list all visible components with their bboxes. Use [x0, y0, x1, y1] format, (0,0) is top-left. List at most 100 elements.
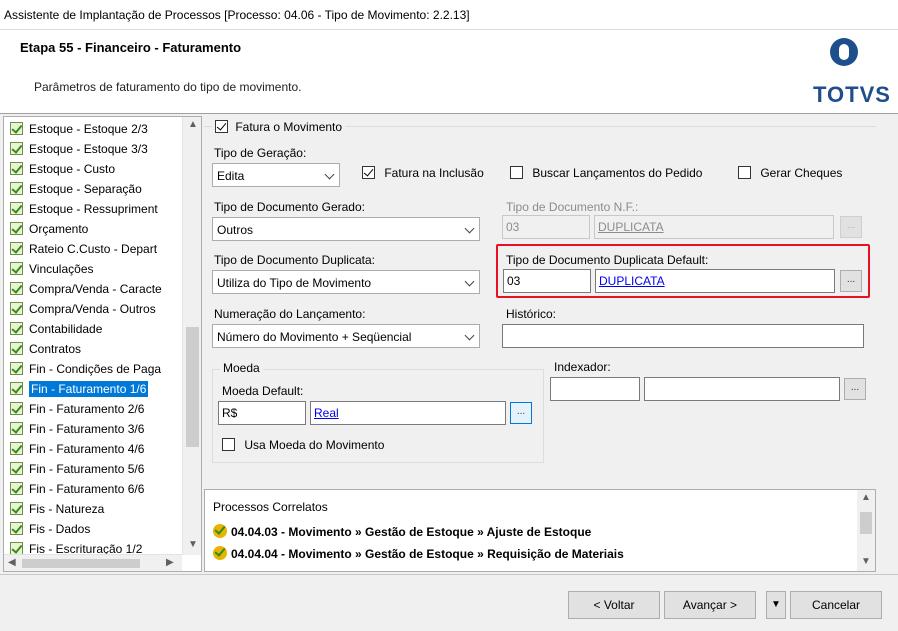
checkbox-icon[interactable] [510, 166, 523, 179]
moeda-default-link[interactable]: Real [314, 406, 339, 420]
tree-item[interactable]: Contabilidade [10, 319, 182, 339]
next-button[interactable]: Avançar > [664, 591, 756, 619]
completed-check-icon [10, 142, 23, 155]
tipo-doc-gerado-select[interactable]: Outros [212, 217, 480, 241]
back-button[interactable]: < Voltar [568, 591, 660, 619]
tipo-doc-dup-default-lookup-button[interactable]: ... [840, 270, 862, 292]
correlato-link[interactable]: 04.04.04 - Movimento » Gestão de Estoque… [231, 547, 624, 561]
numeracao-select[interactable]: Número do Movimento + Seqüencial [212, 324, 480, 348]
scroll-down-icon[interactable]: ▼ [861, 556, 871, 567]
tipo-geracao-value: Edita [217, 169, 245, 183]
completed-check-icon [10, 222, 23, 235]
moeda-default-code[interactable]: R$ [218, 401, 306, 425]
tree-item[interactable]: Estoque - Ressupriment [10, 199, 182, 219]
tipo-doc-dup-default-name[interactable]: DUPLICATA [595, 269, 835, 293]
historico-input[interactable] [502, 324, 864, 348]
tipo-doc-duplicata-select[interactable]: Utiliza do Tipo de Movimento [212, 270, 480, 294]
tree-item-label: Compra/Venda - Outros [29, 302, 156, 316]
chevron-down-icon [324, 169, 335, 180]
correlato-item[interactable]: 04.04.03 - Movimento » Gestão de Estoque… [213, 524, 591, 539]
tipo-geracao-select[interactable]: Edita [212, 163, 340, 187]
tree-item[interactable]: Fin - Faturamento 2/6 [10, 399, 182, 419]
indexador-code[interactable] [550, 377, 640, 401]
usa-moeda-checkbox[interactable]: Usa Moeda do Movimento [222, 438, 384, 452]
steps-tree[interactable]: Estoque - Estoque 2/3 Estoque - Estoque 3… [3, 116, 202, 572]
tree-item[interactable]: Fis - Natureza [10, 499, 182, 519]
completed-check-icon [10, 502, 23, 515]
numeracao-label: Numeração do Lançamento: [214, 307, 366, 321]
tree-vertical-scrollbar[interactable]: ▲ ▼ [182, 117, 201, 555]
tree-item[interactable]: Estoque - Estoque 3/3 [10, 139, 182, 159]
tipo-doc-duplicata-value: Utiliza do Tipo de Movimento [217, 276, 372, 290]
checkbox-icon[interactable] [738, 166, 751, 179]
chevron-down-icon [464, 330, 475, 341]
tree-item[interactable]: Fin - Faturamento 5/6 [10, 459, 182, 479]
tree-item[interactable]: Fin - Faturamento 6/6 [10, 479, 182, 499]
tipo-doc-nf-link: DUPLICATA [598, 220, 664, 234]
fatura-inclusao-checkbox[interactable]: Fatura na Inclusão [362, 166, 484, 180]
correlato-item[interactable]: 04.04.04 - Movimento » Gestão de Estoque… [213, 546, 624, 561]
moeda-default-name[interactable]: Real [310, 401, 506, 425]
tree-item[interactable]: Estoque - Custo [10, 159, 182, 179]
tree-item-label: Fin - Faturamento 6/6 [29, 482, 145, 496]
correlatos-scrollbar[interactable]: ▲ ▼ [857, 490, 875, 571]
scroll-thumb[interactable] [186, 327, 199, 447]
tree-item[interactable]: Rateio C.Custo - Depart [10, 239, 182, 259]
indexador-name[interactable] [644, 377, 840, 401]
tree-item[interactable]: Contratos [10, 339, 182, 359]
buscar-lancamentos-checkbox[interactable]: Buscar Lançamentos do Pedido [510, 166, 702, 180]
scroll-up-icon[interactable]: ▲ [188, 119, 198, 130]
fatura-movimento-label: Fatura o Movimento [235, 120, 343, 134]
tree-item-label: Estoque - Custo [29, 162, 116, 176]
checkbox-icon[interactable] [215, 120, 228, 133]
tree-item[interactable]: Estoque - Separação [10, 179, 182, 199]
correlato-link[interactable]: 04.04.03 - Movimento » Gestão de Estoque… [231, 525, 591, 539]
tree-item[interactable]: Fis - Dados [10, 519, 182, 539]
completed-check-icon [10, 342, 23, 355]
tree-item[interactable]: Fin - Faturamento 4/6 [10, 439, 182, 459]
gerar-cheques-label: Gerar Cheques [760, 166, 843, 180]
tree-horizontal-scrollbar[interactable]: ◀ ▶ [4, 554, 182, 571]
tree-item-label: Estoque - Ressupriment [29, 202, 158, 216]
tree-item-label: Fin - Faturamento 4/6 [29, 442, 145, 456]
checkbox-icon[interactable] [222, 438, 235, 451]
scroll-thumb-horizontal[interactable] [22, 559, 140, 568]
tree-item[interactable]: Compra/Venda - Caracte [10, 279, 182, 299]
completed-check-icon [10, 162, 23, 175]
moeda-default-label: Moeda Default: [222, 384, 304, 398]
tree-item[interactable]: Fin - Condições de Paga [10, 359, 182, 379]
options-dropdown-button[interactable]: ▼ [766, 591, 786, 619]
scroll-right-icon[interactable]: ▶ [166, 557, 174, 568]
tree-item-label: Orçamento [29, 222, 89, 236]
completed-check-icon [10, 442, 23, 455]
tipo-doc-dup-default-link[interactable]: DUPLICATA [599, 274, 665, 288]
tree-item[interactable]: Fin - Faturamento 3/6 [10, 419, 182, 439]
scroll-left-icon[interactable]: ◀ [8, 557, 16, 568]
tree-item[interactable]: Compra/Venda - Outros [10, 299, 182, 319]
completed-check-icon [10, 242, 23, 255]
tipo-doc-dup-default-code[interactable]: 03 [503, 269, 591, 293]
checkbox-icon[interactable] [362, 166, 375, 179]
completed-check-icon [10, 282, 23, 295]
tree-item-label: Fin - Faturamento 3/6 [29, 422, 145, 436]
scroll-up-icon[interactable]: ▲ [861, 492, 871, 503]
completed-check-icon [10, 202, 23, 215]
tree-item[interactable]: Fin - Faturamento 1/6 [10, 379, 182, 399]
tree-item[interactable]: Estoque - Estoque 2/3 [10, 119, 182, 139]
cancel-button[interactable]: Cancelar [790, 591, 882, 619]
scroll-thumb[interactable] [860, 512, 872, 534]
numeracao-value: Número do Movimento + Seqüencial [217, 330, 412, 344]
completed-check-icon [10, 262, 23, 275]
tree-item-label: Rateio C.Custo - Depart [29, 242, 158, 256]
tree-item[interactable]: Vinculações [10, 259, 182, 279]
scroll-down-icon[interactable]: ▼ [188, 539, 198, 550]
tree-item-label: Fin - Faturamento 1/6 [29, 381, 149, 397]
tree-item[interactable]: Orçamento [10, 219, 182, 239]
gerar-cheques-checkbox[interactable]: Gerar Cheques [738, 166, 842, 180]
completed-check-icon [10, 362, 23, 375]
fatura-movimento-checkbox[interactable]: Fatura o Movimento [212, 120, 346, 134]
moeda-lookup-button[interactable]: ... [510, 402, 532, 424]
wizard-header: Etapa 55 - Financeiro - Faturamento Parâ… [0, 30, 898, 114]
indexador-lookup-button[interactable]: ... [844, 378, 866, 400]
completed-check-icon [10, 482, 23, 495]
